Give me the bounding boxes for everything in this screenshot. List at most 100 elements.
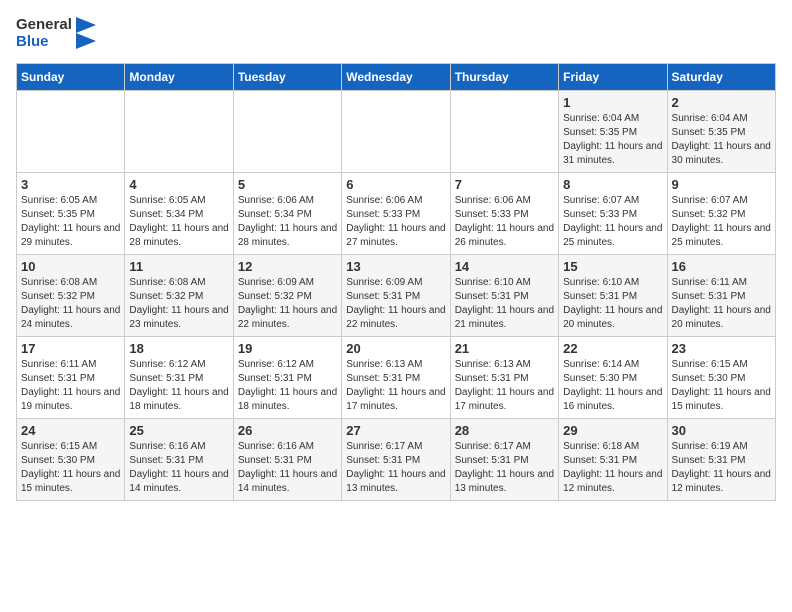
- day-number: 24: [21, 423, 120, 438]
- day-info: Sunrise: 6:05 AM Sunset: 5:34 PM Dayligh…: [129, 194, 228, 250]
- day-info: Sunrise: 6:13 AM Sunset: 5:31 PM Dayligh…: [455, 358, 554, 414]
- calendar-cell: 1 Sunrise: 6:04 AM Sunset: 5:35 PM Daylig…: [559, 90, 667, 172]
- day-info: Sunrise: 6:18 AM Sunset: 5:31 PM Dayligh…: [563, 440, 662, 496]
- day-number: 15: [563, 259, 662, 274]
- logo-wordmark: General Blue: [16, 16, 72, 51]
- day-info: Sunrise: 6:08 AM Sunset: 5:32 PM Dayligh…: [21, 276, 120, 332]
- day-number: 6: [346, 177, 445, 192]
- calendar-cell: 10 Sunrise: 6:08 AM Sunset: 5:32 PM Dayli…: [17, 254, 125, 336]
- calendar-cell: [233, 90, 341, 172]
- day-info: Sunrise: 6:16 AM Sunset: 5:31 PM Dayligh…: [129, 440, 228, 496]
- day-info: Sunrise: 6:09 AM Sunset: 5:31 PM Dayligh…: [346, 276, 445, 332]
- calendar-cell: 25Sunrise: 6:16 AM Sunset: 5:31 PM Dayli…: [125, 418, 233, 500]
- logo: General Blue: [16, 16, 96, 51]
- weekday-header-friday: Friday: [559, 63, 667, 90]
- day-number: 11: [129, 259, 228, 274]
- calendar-cell: 16 Sunrise: 6:11 AM Sunset: 5:31 PM Dayli…: [667, 254, 775, 336]
- day-number: 28: [455, 423, 554, 438]
- calendar-cell: [450, 90, 558, 172]
- calendar-cell: 19 Sunrise: 6:12 AM Sunset: 5:31 PM Dayli…: [233, 336, 341, 418]
- week-row-0: 1 Sunrise: 6:04 AM Sunset: 5:35 PM Daylig…: [17, 90, 776, 172]
- day-number: 19: [238, 341, 337, 356]
- calendar-table: SundayMondayTuesdayWednesdayThursdayFrid…: [16, 63, 776, 501]
- weekday-header-monday: Monday: [125, 63, 233, 90]
- day-info: Sunrise: 6:19 AM Sunset: 5:31 PM Dayligh…: [672, 440, 771, 496]
- day-info: Sunrise: 6:07 AM Sunset: 5:33 PM Dayligh…: [563, 194, 662, 250]
- logo-flag-icon: [76, 17, 96, 49]
- day-info: Sunrise: 6:13 AM Sunset: 5:31 PM Dayligh…: [346, 358, 445, 414]
- day-number: 30: [672, 423, 771, 438]
- day-info: Sunrise: 6:11 AM Sunset: 5:31 PM Dayligh…: [21, 358, 120, 414]
- day-info: Sunrise: 6:04 AM Sunset: 5:35 PM Dayligh…: [672, 112, 771, 168]
- calendar-cell: [125, 90, 233, 172]
- weekday-header-sunday: Sunday: [17, 63, 125, 90]
- day-info: Sunrise: 6:07 AM Sunset: 5:32 PM Dayligh…: [672, 194, 771, 250]
- day-info: Sunrise: 6:11 AM Sunset: 5:31 PM Dayligh…: [672, 276, 771, 332]
- calendar-cell: 13 Sunrise: 6:09 AM Sunset: 5:31 PM Dayli…: [342, 254, 450, 336]
- calendar-cell: 28 Sunrise: 6:17 AM Sunset: 5:31 PM Dayli…: [450, 418, 558, 500]
- day-number: 1: [563, 95, 662, 110]
- calendar-cell: 27 Sunrise: 6:17 AM Sunset: 5:31 PM Dayli…: [342, 418, 450, 500]
- calendar-cell: 3Sunrise: 6:05 AM Sunset: 5:35 PM Daylig…: [17, 172, 125, 254]
- day-info: Sunrise: 6:16 AM Sunset: 5:31 PM Dayligh…: [238, 440, 337, 496]
- day-number: 3: [21, 177, 120, 192]
- calendar-cell: 14 Sunrise: 6:10 AM Sunset: 5:31 PM Dayli…: [450, 254, 558, 336]
- calendar-cell: 7 Sunrise: 6:06 AM Sunset: 5:33 PM Daylig…: [450, 172, 558, 254]
- calendar-cell: 12 Sunrise: 6:09 AM Sunset: 5:32 PM Dayli…: [233, 254, 341, 336]
- day-info: Sunrise: 6:08 AM Sunset: 5:32 PM Dayligh…: [129, 276, 228, 332]
- page-header: General Blue: [16, 16, 776, 51]
- day-info: Sunrise: 6:06 AM Sunset: 5:33 PM Dayligh…: [455, 194, 554, 250]
- week-row-4: 24Sunrise: 6:15 AM Sunset: 5:30 PM Dayli…: [17, 418, 776, 500]
- week-row-3: 17 Sunrise: 6:11 AM Sunset: 5:31 PM Dayli…: [17, 336, 776, 418]
- day-info: Sunrise: 6:12 AM Sunset: 5:31 PM Dayligh…: [129, 358, 228, 414]
- day-number: 5: [238, 177, 337, 192]
- calendar-cell: 17 Sunrise: 6:11 AM Sunset: 5:31 PM Dayli…: [17, 336, 125, 418]
- day-info: Sunrise: 6:06 AM Sunset: 5:33 PM Dayligh…: [346, 194, 445, 250]
- calendar-cell: 21 Sunrise: 6:13 AM Sunset: 5:31 PM Dayli…: [450, 336, 558, 418]
- day-number: 16: [672, 259, 771, 274]
- day-number: 27: [346, 423, 445, 438]
- calendar-cell: 18Sunrise: 6:12 AM Sunset: 5:31 PM Dayli…: [125, 336, 233, 418]
- day-number: 9: [672, 177, 771, 192]
- weekday-header-saturday: Saturday: [667, 63, 775, 90]
- day-info: Sunrise: 6:10 AM Sunset: 5:31 PM Dayligh…: [563, 276, 662, 332]
- calendar-cell: 30 Sunrise: 6:19 AM Sunset: 5:31 PM Dayli…: [667, 418, 775, 500]
- day-number: 20: [346, 341, 445, 356]
- day-number: 8: [563, 177, 662, 192]
- day-number: 21: [455, 341, 554, 356]
- day-number: 4: [129, 177, 228, 192]
- calendar-cell: 20 Sunrise: 6:13 AM Sunset: 5:31 PM Dayli…: [342, 336, 450, 418]
- weekday-header-tuesday: Tuesday: [233, 63, 341, 90]
- day-number: 17: [21, 341, 120, 356]
- day-number: 7: [455, 177, 554, 192]
- day-number: 29: [563, 423, 662, 438]
- calendar-cell: 22Sunrise: 6:14 AM Sunset: 5:30 PM Dayli…: [559, 336, 667, 418]
- calendar-cell: [17, 90, 125, 172]
- calendar-cell: 23 Sunrise: 6:15 AM Sunset: 5:30 PM Dayli…: [667, 336, 775, 418]
- day-number: 23: [672, 341, 771, 356]
- day-info: Sunrise: 6:10 AM Sunset: 5:31 PM Dayligh…: [455, 276, 554, 332]
- day-info: Sunrise: 6:09 AM Sunset: 5:32 PM Dayligh…: [238, 276, 337, 332]
- day-info: Sunrise: 6:12 AM Sunset: 5:31 PM Dayligh…: [238, 358, 337, 414]
- day-number: 10: [21, 259, 120, 274]
- week-row-2: 10 Sunrise: 6:08 AM Sunset: 5:32 PM Dayli…: [17, 254, 776, 336]
- calendar-cell: 9 Sunrise: 6:07 AM Sunset: 5:32 PM Daylig…: [667, 172, 775, 254]
- day-info: Sunrise: 6:06 AM Sunset: 5:34 PM Dayligh…: [238, 194, 337, 250]
- calendar-cell: 4 Sunrise: 6:05 AM Sunset: 5:34 PM Daylig…: [125, 172, 233, 254]
- calendar-cell: 8 Sunrise: 6:07 AM Sunset: 5:33 PM Daylig…: [559, 172, 667, 254]
- calendar-cell: 6 Sunrise: 6:06 AM Sunset: 5:33 PM Daylig…: [342, 172, 450, 254]
- day-number: 12: [238, 259, 337, 274]
- day-info: Sunrise: 6:17 AM Sunset: 5:31 PM Dayligh…: [455, 440, 554, 496]
- calendar-cell: 15 Sunrise: 6:10 AM Sunset: 5:31 PM Dayli…: [559, 254, 667, 336]
- day-number: 2: [672, 95, 771, 110]
- day-info: Sunrise: 6:17 AM Sunset: 5:31 PM Dayligh…: [346, 440, 445, 496]
- calendar-cell: 24Sunrise: 6:15 AM Sunset: 5:30 PM Dayli…: [17, 418, 125, 500]
- calendar-cell: 2 Sunrise: 6:04 AM Sunset: 5:35 PM Daylig…: [667, 90, 775, 172]
- day-number: 22: [563, 341, 662, 356]
- day-number: 14: [455, 259, 554, 274]
- day-info: Sunrise: 6:15 AM Sunset: 5:30 PM Dayligh…: [672, 358, 771, 414]
- day-number: 13: [346, 259, 445, 274]
- week-row-1: 3Sunrise: 6:05 AM Sunset: 5:35 PM Daylig…: [17, 172, 776, 254]
- calendar-cell: [342, 90, 450, 172]
- day-info: Sunrise: 6:04 AM Sunset: 5:35 PM Dayligh…: [563, 112, 662, 168]
